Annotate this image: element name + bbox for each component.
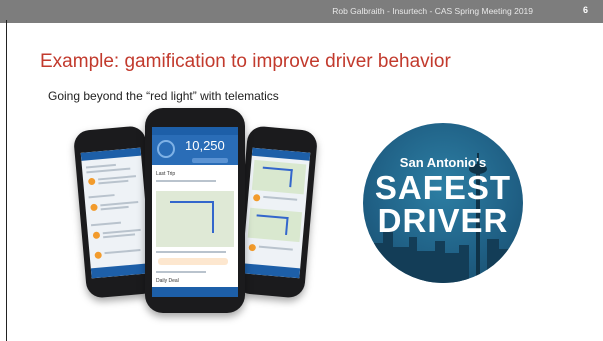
score-value: 10,250: [185, 138, 225, 153]
slide: Rob Galbraith - Insurtech - CAS Spring M…: [0, 0, 603, 341]
safest-driver-logo: San Antonio's SAFEST DRIVER: [363, 123, 523, 283]
page-number: 6: [582, 5, 588, 15]
app-header: [152, 127, 238, 135]
phone-screen: 10,250 Last Trip Daily Deal: [152, 127, 238, 297]
text-line: [156, 180, 216, 182]
logo-line-3: DRIVER: [377, 202, 509, 239]
app-header: [80, 147, 142, 161]
phone-score: 10,250 Last Trip Daily Deal: [145, 108, 245, 313]
header-text: Rob Galbraith - Insurtech - CAS Spring M…: [332, 6, 533, 16]
text-line: [263, 195, 298, 201]
score-ring-icon: [157, 140, 175, 158]
slide-title: Example: gamification to improve driver …: [40, 51, 451, 72]
text-line: [86, 167, 131, 174]
header-bar: Rob Galbraith - Insurtech - CAS Spring M…: [0, 0, 603, 23]
daily-deal-title: Daily Deal: [156, 278, 179, 284]
tab-bar: [90, 263, 152, 279]
text-line: [98, 175, 137, 181]
text-line: [156, 251, 226, 253]
badge-icon: [252, 193, 261, 202]
share-button: [192, 158, 228, 163]
text-line: [90, 221, 122, 227]
tab-bar: [152, 287, 238, 297]
badge-icon: [90, 203, 98, 212]
points-chip: [158, 258, 228, 265]
trip-route: [255, 214, 289, 236]
badge-icon: [92, 231, 101, 240]
phone-screen: [241, 147, 311, 279]
text-line: [156, 271, 206, 273]
tab-bar: [241, 263, 301, 279]
text-line: [100, 205, 129, 211]
text-line: [88, 194, 115, 199]
badge-icon: [94, 251, 102, 260]
badge-icon: [87, 177, 96, 186]
trip-route: [261, 166, 293, 188]
slide-subtitle: Going beyond the “red light” with telema…: [48, 89, 279, 103]
logo-line-1: San Antonio's: [399, 155, 487, 170]
phone-my-trips: [233, 125, 319, 299]
last-trip-title: Last Trip: [156, 171, 176, 177]
score-panel: 10,250: [152, 135, 238, 165]
trip-route: [170, 201, 214, 233]
text-line: [103, 233, 136, 239]
text-line: [258, 245, 293, 251]
text-line: [102, 228, 141, 235]
phone-screen: [80, 147, 152, 279]
text-line: [98, 179, 129, 185]
app-header: [251, 147, 311, 161]
badge-icon: [248, 243, 257, 252]
text-line: [100, 201, 139, 207]
text-line: [85, 163, 116, 169]
left-divider: [6, 20, 7, 341]
text-line: [104, 249, 141, 255]
